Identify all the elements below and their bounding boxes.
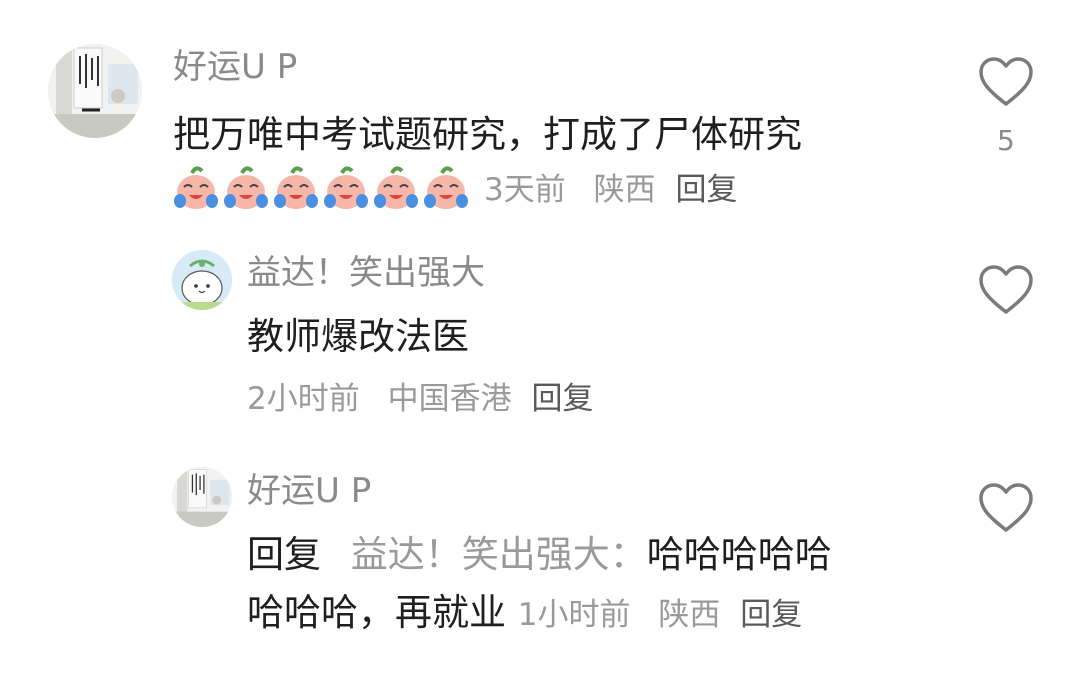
comment-text: 哈哈哈，再就业: [247, 591, 506, 634]
heart-outline-icon[interactable]: [978, 56, 1034, 108]
heart-outline-icon[interactable]: [978, 482, 1034, 534]
crying-laughing-peach-icon: [274, 166, 318, 209]
comment-location: 中国香港: [387, 381, 512, 417]
comment-text: 哈哈哈哈哈: [646, 533, 832, 576]
reply-button[interactable]: 回复: [675, 172, 737, 208]
avatar-photo: [48, 44, 142, 138]
comment-location: 陕西: [593, 172, 656, 208]
reply-to-username[interactable]: 益达！笑出强大：: [351, 533, 647, 576]
reply-button[interactable]: 回复: [531, 381, 593, 417]
crying-laughing-peach-icon: [174, 166, 218, 209]
avatar[interactable]: [48, 44, 142, 138]
username[interactable]: 益达！笑出强大: [247, 256, 485, 290]
avatar[interactable]: [172, 467, 232, 527]
avatar[interactable]: [172, 250, 232, 310]
avatar-photo: [172, 467, 232, 527]
comment-meta: 2小时前 中国香港 回复: [247, 384, 593, 415]
comment-time: 1小时前: [517, 597, 631, 633]
comment-time: 2小时前: [247, 381, 360, 417]
heart-outline-icon[interactable]: [978, 264, 1034, 316]
comment-text-line-2: 哈哈哈，再就业 1小时前 陕西 回复: [247, 594, 802, 631]
reply-button[interactable]: 回复: [740, 597, 802, 633]
crying-laughing-peach-icon: [374, 166, 418, 209]
comment-text: 把万唯中考试题研究，打成了尸体研究: [173, 113, 802, 156]
comment-meta: 1小时前 陕西 回复: [518, 597, 802, 633]
like-count: 5: [997, 124, 1015, 157]
crying-laughing-peach-icon: [424, 166, 468, 209]
crying-laughing-peach-icon: [224, 166, 268, 209]
comment-text-line-1: 回复 益达！笑出强大：哈哈哈哈哈: [247, 536, 832, 573]
comment-meta: 3天前 陕西 回复: [484, 175, 737, 206]
username[interactable]: 好运U P: [247, 474, 371, 508]
comment-time: 3天前: [484, 172, 566, 208]
crying-laughing-peach-icon: [324, 166, 368, 209]
reply-prefix: 回复: [247, 533, 321, 576]
comment-text: 教师爆改法医: [247, 315, 469, 358]
username[interactable]: 好运U P: [173, 50, 297, 84]
comment-location: 陕西: [658, 597, 721, 633]
avatar-cartoon: [172, 250, 232, 310]
emoji-sticker-row: [172, 165, 470, 213]
